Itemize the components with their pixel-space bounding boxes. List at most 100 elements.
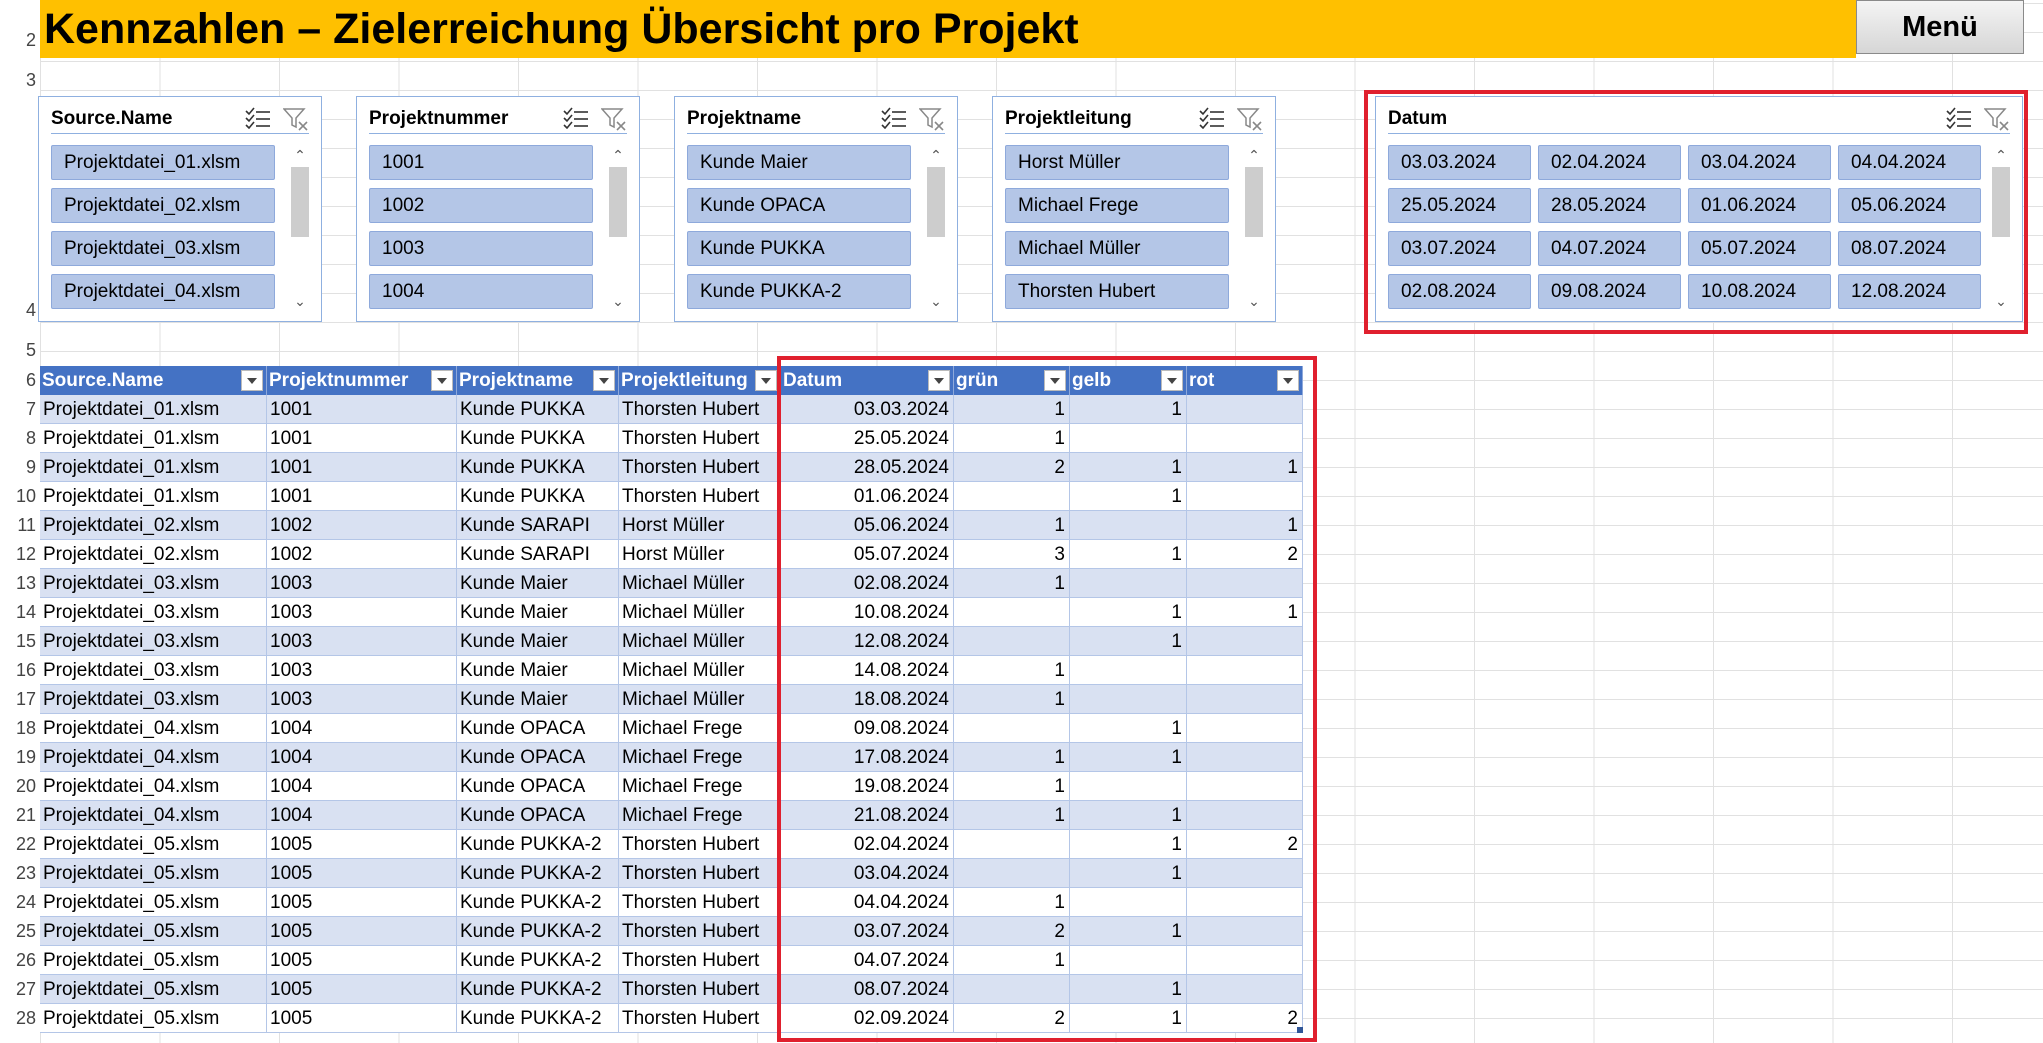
column-header[interactable]: Projektnummer	[267, 366, 457, 395]
table-cell[interactable]: Michael Frege	[619, 743, 781, 772]
table-cell[interactable]: 1003	[267, 569, 457, 598]
table-cell[interactable]: Kunde OPACA	[457, 772, 619, 801]
row-number[interactable]: 12	[0, 544, 36, 565]
table-cell[interactable]: Kunde Maier	[457, 685, 619, 714]
table-cell[interactable]: Michael Frege	[619, 714, 781, 743]
row-number[interactable]: 10	[0, 486, 36, 507]
clear-filter-icon[interactable]	[1236, 107, 1263, 131]
table-cell[interactable]: Kunde OPACA	[457, 801, 619, 830]
table-cell[interactable]: Projektdatei_01.xlsm	[40, 482, 267, 511]
multi-select-icon[interactable]	[1199, 107, 1225, 130]
table-cell[interactable]: Michael Müller	[619, 598, 781, 627]
clear-filter-icon[interactable]	[600, 107, 627, 131]
table-cell[interactable]: Kunde SARAPI	[457, 511, 619, 540]
table-cell[interactable]: Michael Frege	[619, 801, 781, 830]
table-cell[interactable]: Projektdatei_03.xlsm	[40, 656, 267, 685]
table-cell[interactable]: Kunde OPACA	[457, 714, 619, 743]
table-cell[interactable]: 1005	[267, 946, 457, 975]
row-number[interactable]: 6	[0, 370, 36, 391]
clear-filter-icon[interactable]	[918, 107, 945, 131]
table-cell[interactable]: 1005	[267, 1004, 457, 1033]
table-cell[interactable]: Projektdatei_02.xlsm	[40, 540, 267, 569]
table-cell[interactable]: 1003	[267, 656, 457, 685]
table-cell[interactable]: Projektdatei_03.xlsm	[40, 569, 267, 598]
table-cell[interactable]: Thorsten Hubert	[619, 424, 781, 453]
slicer-item[interactable]: Thorsten Hubert	[1005, 274, 1229, 309]
menu-button[interactable]: Menü	[1856, 0, 2024, 54]
table-cell[interactable]: Projektdatei_04.xlsm	[40, 714, 267, 743]
clear-filter-icon[interactable]	[282, 107, 309, 131]
filter-dropdown-icon[interactable]	[593, 370, 615, 391]
row-number[interactable]: 24	[0, 892, 36, 913]
slicer-item[interactable]: Projektdatei_01.xlsm	[51, 145, 275, 180]
row-number[interactable]: 5	[0, 340, 36, 361]
row-number[interactable]: 25	[0, 921, 36, 942]
table-cell[interactable]: Kunde Maier	[457, 569, 619, 598]
table-cell[interactable]: 1003	[267, 598, 457, 627]
row-number[interactable]: 20	[0, 776, 36, 797]
slicer-item[interactable]: Horst Müller	[1005, 145, 1229, 180]
table-cell[interactable]: 1005	[267, 888, 457, 917]
table-cell[interactable]: Thorsten Hubert	[619, 830, 781, 859]
table-cell[interactable]: 1004	[267, 743, 457, 772]
table-cell[interactable]: Projektdatei_01.xlsm	[40, 453, 267, 482]
table-cell[interactable]: Michael Müller	[619, 656, 781, 685]
table-cell[interactable]: Kunde PUKKA	[457, 453, 619, 482]
table-cell[interactable]: Kunde PUKKA	[457, 395, 619, 424]
table-cell[interactable]: Michael Frege	[619, 772, 781, 801]
chevron-up-icon[interactable]: ⌃	[607, 145, 629, 165]
table-cell[interactable]: Projektdatei_04.xlsm	[40, 772, 267, 801]
slicer-item[interactable]: Projektdatei_03.xlsm	[51, 231, 275, 266]
table-cell[interactable]: Thorsten Hubert	[619, 395, 781, 424]
chevron-down-icon[interactable]: ⌄	[1243, 291, 1265, 311]
table-cell[interactable]: Projektdatei_03.xlsm	[40, 627, 267, 656]
row-number[interactable]: 21	[0, 805, 36, 826]
table-cell[interactable]: Horst Müller	[619, 540, 781, 569]
slicer-scrollbar[interactable]: ⌃ ⌄	[1243, 145, 1265, 311]
table-cell[interactable]: 1004	[267, 714, 457, 743]
row-number[interactable]: 23	[0, 863, 36, 884]
table-cell[interactable]: Kunde PUKKA-2	[457, 888, 619, 917]
row-number[interactable]: 26	[0, 950, 36, 971]
table-cell[interactable]: Thorsten Hubert	[619, 888, 781, 917]
chevron-down-icon[interactable]: ⌄	[607, 291, 629, 311]
slicer-scrollbar[interactable]: ⌃ ⌄	[925, 145, 947, 311]
table-cell[interactable]: Thorsten Hubert	[619, 946, 781, 975]
table-cell[interactable]: 1003	[267, 627, 457, 656]
column-header[interactable]: Source.Name	[40, 366, 267, 395]
table-cell[interactable]: Kunde OPACA	[457, 743, 619, 772]
row-number[interactable]: 13	[0, 573, 36, 594]
table-cell[interactable]: Kunde PUKKA-2	[457, 859, 619, 888]
table-cell[interactable]: Kunde PUKKA-2	[457, 830, 619, 859]
table-cell[interactable]: Kunde Maier	[457, 598, 619, 627]
table-cell[interactable]: 1001	[267, 424, 457, 453]
slicer-scrollbar[interactable]: ⌃ ⌄	[607, 145, 629, 311]
slicer-item[interactable]: Michael Frege	[1005, 188, 1229, 223]
table-cell[interactable]: 1005	[267, 975, 457, 1004]
table-cell[interactable]: Projektdatei_04.xlsm	[40, 801, 267, 830]
table-cell[interactable]: Projektdatei_01.xlsm	[40, 395, 267, 424]
table-cell[interactable]: Kunde PUKKA	[457, 424, 619, 453]
row-number[interactable]: 3	[0, 70, 36, 91]
scroll-thumb[interactable]	[1245, 167, 1263, 237]
row-number[interactable]: 15	[0, 631, 36, 652]
table-cell[interactable]: 1002	[267, 511, 457, 540]
chevron-up-icon[interactable]: ⌃	[1243, 145, 1265, 165]
row-number[interactable]: 4	[0, 300, 36, 321]
table-cell[interactable]: Projektdatei_03.xlsm	[40, 685, 267, 714]
table-cell[interactable]: Projektdatei_05.xlsm	[40, 888, 267, 917]
table-cell[interactable]: Kunde PUKKA-2	[457, 917, 619, 946]
row-number[interactable]: 28	[0, 1008, 36, 1029]
table-cell[interactable]: Projektdatei_05.xlsm	[40, 946, 267, 975]
table-cell[interactable]: 1003	[267, 685, 457, 714]
table-cell[interactable]: Projektdatei_03.xlsm	[40, 598, 267, 627]
filter-dropdown-icon[interactable]	[241, 370, 263, 391]
multi-select-icon[interactable]	[245, 107, 271, 130]
table-cell[interactable]: Projektdatei_01.xlsm	[40, 424, 267, 453]
table-cell[interactable]: Projektdatei_02.xlsm	[40, 511, 267, 540]
table-cell[interactable]: Projektdatei_05.xlsm	[40, 859, 267, 888]
table-cell[interactable]: Thorsten Hubert	[619, 917, 781, 946]
slicer-item[interactable]: Kunde PUKKA-2	[687, 274, 911, 309]
filter-dropdown-icon[interactable]	[755, 370, 777, 391]
row-number[interactable]: 17	[0, 689, 36, 710]
